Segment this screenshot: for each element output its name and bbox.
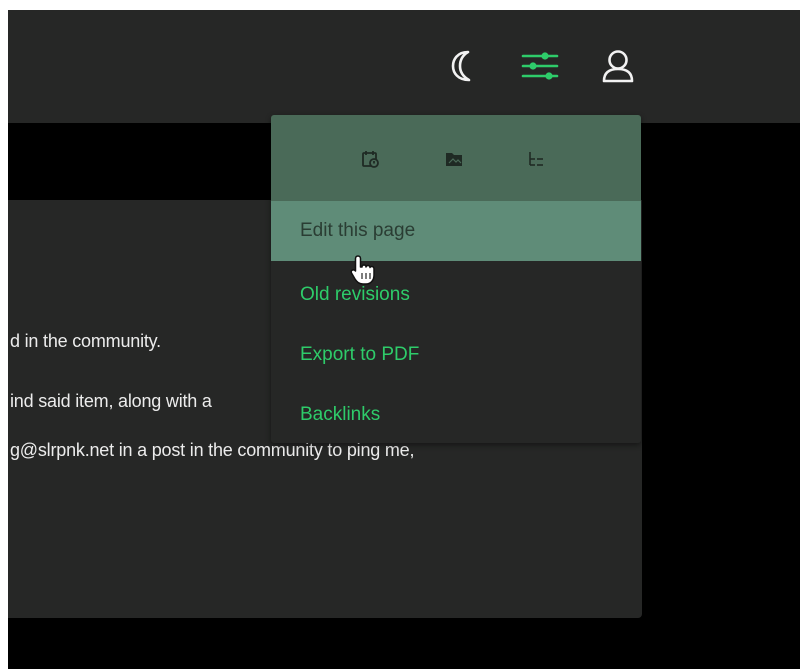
menu-item-label: Old revisions <box>300 284 410 305</box>
calendar-icon[interactable] <box>360 148 382 170</box>
moon-icon[interactable] <box>441 44 485 88</box>
content-text-line: ind said item, along with a <box>10 391 212 411</box>
window-edge <box>0 0 8 669</box>
menu-item-backlinks[interactable]: Backlinks <box>271 385 641 443</box>
menu-item-old-revisions[interactable]: Old revisions <box>271 265 641 325</box>
sitemap-icon[interactable] <box>525 148 547 170</box>
page-tools-dropdown: Edit this page Old revisions Export to P… <box>271 115 641 443</box>
screen: d in the community. ind said item, along… <box>0 0 800 669</box>
top-navigation-bar <box>8 10 800 123</box>
menu-item-export-pdf[interactable]: Export to PDF <box>271 325 641 385</box>
page-tools-icon-bar <box>271 115 641 201</box>
menu-item-label: Edit this page <box>300 220 416 241</box>
content-text-line: d in the community. <box>10 331 161 351</box>
menu-item-edit-page[interactable]: Edit this page <box>271 201 641 261</box>
user-icon[interactable] <box>596 44 640 88</box>
content-text-line: g@slrpnk.net in a post in the community … <box>10 440 415 460</box>
menu-item-label: Export to PDF <box>300 344 420 365</box>
menu-item-label: Backlinks <box>300 404 381 425</box>
media-folder-icon[interactable] <box>443 148 465 170</box>
hand-pointer-cursor-icon <box>350 254 376 286</box>
settings-sliders-icon[interactable] <box>518 44 562 88</box>
